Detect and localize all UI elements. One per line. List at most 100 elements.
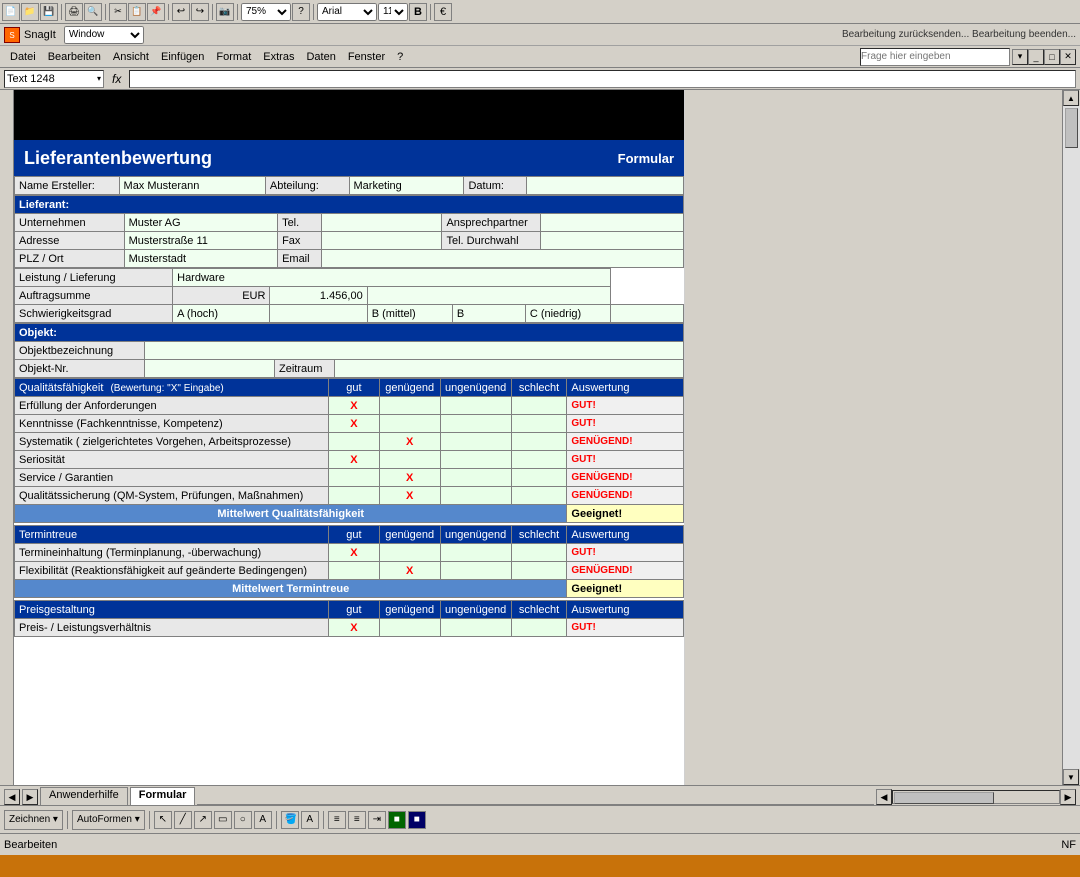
dept-value[interactable]: Marketing <box>349 177 464 195</box>
color-fill-btn[interactable]: 🪣 <box>281 811 299 829</box>
font-color-btn[interactable]: A <box>301 811 319 829</box>
service-value[interactable]: Hardware <box>173 269 611 287</box>
row-unzureichend[interactable] <box>440 487 511 505</box>
row-result[interactable]: GENÜGEND! <box>567 562 684 580</box>
menu-help[interactable]: ? <box>391 49 409 65</box>
row-result[interactable]: GUT! <box>567 544 684 562</box>
row-label[interactable]: Preis- / Leistungsverhältnis <box>15 619 329 637</box>
blue-sq-btn[interactable]: ■ <box>408 811 426 829</box>
row-unzureichend[interactable] <box>440 544 511 562</box>
row-label[interactable]: Kenntnisse (Fachkenntnisse, Kompetenz) <box>15 415 329 433</box>
scroll-thumb[interactable] <box>1065 108 1078 148</box>
row-schlecht[interactable] <box>511 562 567 580</box>
row-schlecht[interactable] <box>511 451 567 469</box>
row-schlecht[interactable] <box>511 544 567 562</box>
difficulty-a[interactable]: A (hoch) <box>173 305 270 323</box>
obj-period-value[interactable] <box>335 360 684 378</box>
row-gut[interactable] <box>329 487 380 505</box>
row-result[interactable]: GUT! <box>567 397 684 415</box>
row-result[interactable]: GUT! <box>567 415 684 433</box>
difficulty-a-val[interactable] <box>270 305 367 323</box>
row-schlecht[interactable] <box>511 487 567 505</box>
size-select[interactable]: 11 <box>378 3 408 21</box>
rect-btn[interactable]: ▭ <box>214 811 232 829</box>
row-unzureichend[interactable] <box>440 619 511 637</box>
row-schlecht[interactable] <box>511 433 567 451</box>
obj-name-value[interactable] <box>145 342 684 360</box>
tel-value[interactable] <box>321 214 442 232</box>
row-unzureichend[interactable] <box>440 451 511 469</box>
row-gut[interactable]: X <box>329 415 380 433</box>
print-btn[interactable]: 🖨 <box>65 3 83 21</box>
row-result[interactable]: GENÜGEND! <box>567 433 684 451</box>
date-value[interactable] <box>527 177 684 195</box>
plz-value[interactable]: Musterstadt <box>124 250 277 268</box>
row-unzureichend[interactable] <box>440 433 511 451</box>
row-unzureichend[interactable] <box>440 562 511 580</box>
company-value[interactable]: Muster AG <box>124 214 277 232</box>
row-schlecht[interactable] <box>511 397 567 415</box>
row-result[interactable]: GENÜGEND! <box>567 469 684 487</box>
menu-einfuegen[interactable]: Einfügen <box>155 49 210 65</box>
order-extra[interactable] <box>367 287 610 305</box>
difficulty-c-val[interactable] <box>610 305 683 323</box>
name-box[interactable]: Text 1248 ▾ <box>4 70 104 88</box>
camera-btn[interactable]: 📷 <box>216 3 234 21</box>
maximize-btn[interactable]: □ <box>1044 49 1060 65</box>
row-unzureichend[interactable] <box>440 415 511 433</box>
row-schlecht[interactable] <box>511 469 567 487</box>
hscroll-right-btn[interactable]: ▶ <box>1060 789 1076 805</box>
undo-btn[interactable]: ↩ <box>172 3 190 21</box>
zeichnen-btn[interactable]: Zeichnen ▾ <box>4 810 63 830</box>
address-value[interactable]: Musterstraße 11 <box>124 232 277 250</box>
help-btn[interactable]: ? <box>292 3 310 21</box>
fax-value[interactable] <box>321 232 442 250</box>
tel-direct-value[interactable] <box>541 232 684 250</box>
align-left-btn[interactable]: ≡ <box>328 811 346 829</box>
vertical-scrollbar[interactable]: ▲ ▼ <box>1062 90 1080 785</box>
window-select[interactable]: Window <box>64 26 144 44</box>
row-schlecht[interactable] <box>511 619 567 637</box>
row-gut[interactable] <box>329 469 380 487</box>
email-value[interactable] <box>321 250 683 268</box>
menu-fenster[interactable]: Fenster <box>342 49 391 65</box>
row-gut[interactable]: X <box>329 397 380 415</box>
row-unzureichend[interactable] <box>440 469 511 487</box>
cut-btn[interactable]: ✂ <box>109 3 127 21</box>
row-label[interactable]: Systematik ( zielgerichtetes Vorgehen, A… <box>15 433 329 451</box>
cursor-btn[interactable]: ↖ <box>154 811 172 829</box>
row-genuegend[interactable] <box>379 397 440 415</box>
new-btn[interactable]: 📄 <box>2 3 20 21</box>
menu-extras[interactable]: Extras <box>257 49 300 65</box>
font-select[interactable]: Arial <box>317 3 377 21</box>
hscroll-left-btn[interactable]: ◀ <box>876 789 892 805</box>
menu-bearbeiten[interactable]: Bearbeiten <box>42 49 107 65</box>
row-label[interactable]: Termineinhaltung (Terminplanung, -überwa… <box>15 544 329 562</box>
contact-value[interactable] <box>541 214 684 232</box>
paste-btn[interactable]: 📌 <box>147 3 165 21</box>
row-gut[interactable]: X <box>329 619 380 637</box>
row-label[interactable]: Erfüllung der Anforderungen <box>15 397 329 415</box>
row-label[interactable]: Flexibilität (Reaktionsfähigkeit auf geä… <box>15 562 329 580</box>
row-result[interactable]: GUT! <box>567 451 684 469</box>
align-center-btn[interactable]: ≡ <box>348 811 366 829</box>
row-gut[interactable]: X <box>329 544 380 562</box>
tab-prev-btn[interactable]: ◀ <box>4 789 20 805</box>
green-sq-btn[interactable]: ■ <box>388 811 406 829</box>
row-unzureichend[interactable] <box>440 397 511 415</box>
order-value[interactable]: 1.456,00 <box>270 287 367 305</box>
row-genuegend[interactable] <box>379 415 440 433</box>
row-genuegend[interactable]: X <box>379 562 440 580</box>
obj-nr-value[interactable] <box>145 360 275 378</box>
row-genuegend[interactable]: X <box>379 487 440 505</box>
tab-next-btn[interactable]: ▶ <box>22 789 38 805</box>
menu-ansicht[interactable]: Ansicht <box>107 49 155 65</box>
dropdown-icon[interactable]: ▾ <box>97 74 101 83</box>
row-result[interactable]: GENÜGEND! <box>567 487 684 505</box>
line-btn[interactable]: ╱ <box>174 811 192 829</box>
row-genuegend[interactable]: X <box>379 433 440 451</box>
preview-btn[interactable]: 🔍 <box>84 3 102 21</box>
row-gut[interactable]: X <box>329 451 380 469</box>
menu-daten[interactable]: Daten <box>300 49 341 65</box>
zoom-select[interactable]: 75% 100% 50% <box>241 3 291 21</box>
